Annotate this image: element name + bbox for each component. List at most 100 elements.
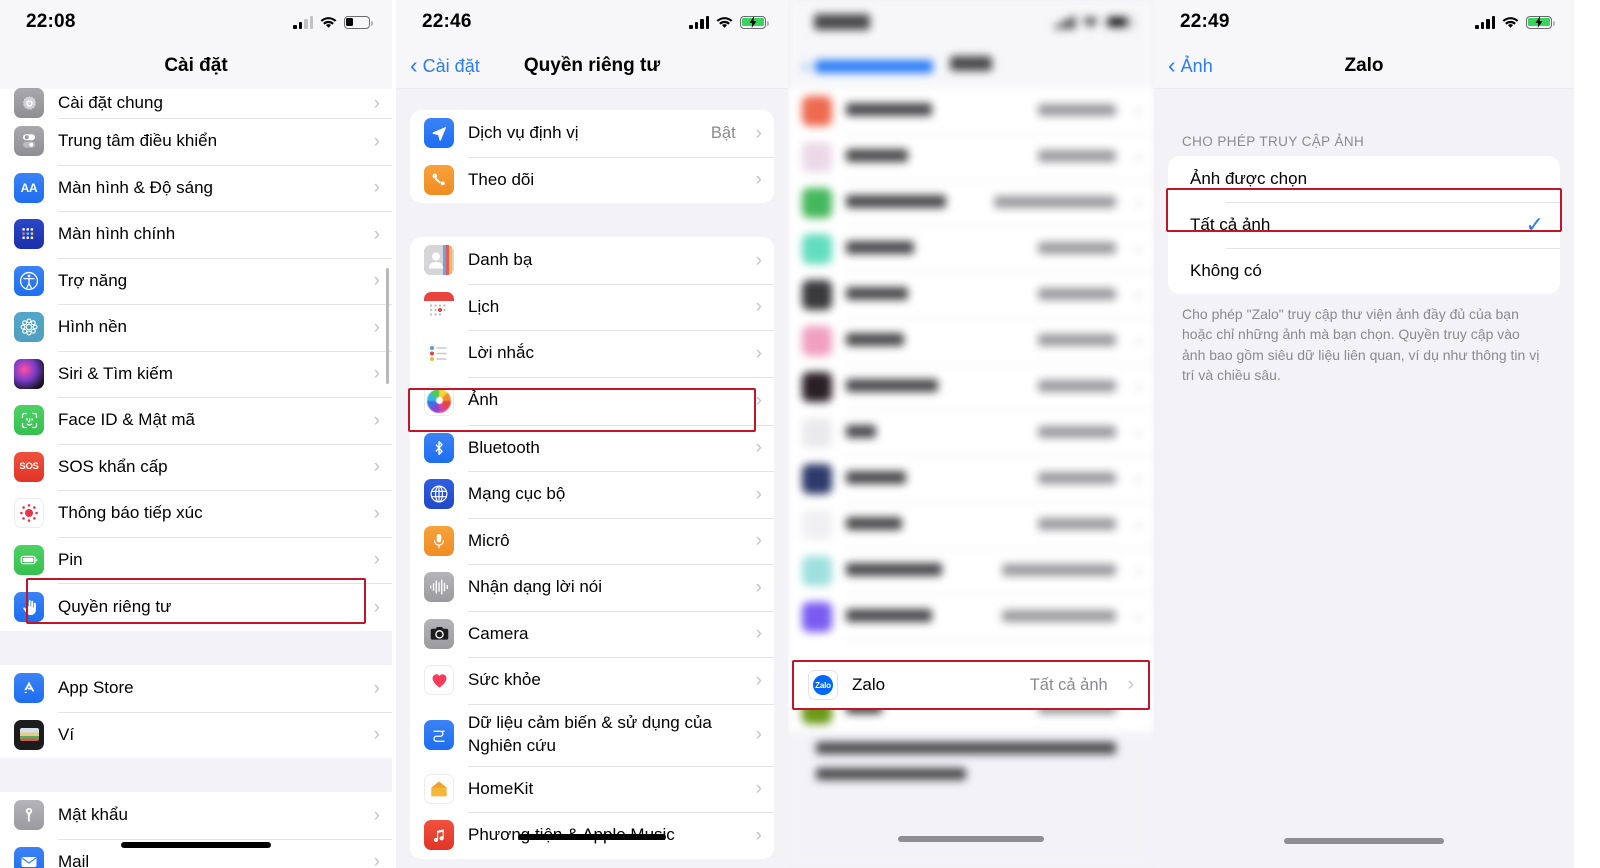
row-value	[1037, 148, 1116, 167]
app-permission-row[interactable]: ›	[788, 502, 1154, 548]
row-label: Camera	[468, 623, 529, 643]
app-icon	[802, 602, 832, 632]
back-button[interactable]: ‹ Cài đặt	[396, 53, 480, 77]
row-label: Danh bạ	[468, 250, 533, 270]
app-icon	[802, 418, 832, 448]
sidebar-item-control-center[interactable]: Trung tâm điều khiển ›	[0, 118, 392, 165]
settings-scroll-area[interactable]: Cài đặt chung › Trung tâm điều khiển › A…	[0, 88, 392, 868]
app-permission-row[interactable]: ›	[788, 272, 1154, 318]
row-microphone[interactable]: Micrô ›	[410, 517, 774, 564]
option-none[interactable]: Không có	[1168, 248, 1560, 294]
chevron-right-icon: ›	[755, 342, 762, 364]
page-title-settings: Cài đặt	[164, 55, 228, 76]
app-icon	[802, 234, 832, 264]
back-button[interactable]: ‹ Ảnh	[1154, 53, 1213, 77]
back-button[interactable]: ‹	[788, 53, 933, 77]
app-permission-row[interactable]: ›	[788, 594, 1154, 640]
sidebar-item-siri-search[interactable]: Siri & Tìm kiếm ›	[0, 350, 392, 397]
row-photos[interactable]: Ảnh ›	[410, 376, 774, 425]
privacy-group-2: Danh bạ › Lịch › Lời nhắc › Ảnh › Blueto…	[410, 237, 774, 859]
row-homekit[interactable]: HomeKit ›	[410, 765, 774, 812]
privacy-scroll-area[interactable]: Dịch vụ định vị Bật › Theo dõi › Danh bạ…	[396, 88, 788, 868]
chevron-right-icon: ›	[755, 169, 762, 191]
vertical-scrollbar[interactable]	[386, 268, 389, 384]
apps-footnote	[788, 732, 1154, 786]
apple-music-icon	[424, 820, 454, 851]
settings-group-1: Cài đặt chung › Trung tâm điều khiển › A…	[0, 88, 392, 631]
row-calendar[interactable]: Lịch ›	[410, 283, 774, 330]
app-permission-row[interactable]: ›	[788, 364, 1154, 410]
app-permission-row[interactable]: ›	[788, 548, 1154, 594]
sidebar-item-face-id[interactable]: Face ID & Mật mã ›	[0, 397, 392, 444]
battery-icon	[1106, 15, 1135, 29]
status-bar-3	[788, 0, 1154, 44]
app-permission-row[interactable]: ›	[788, 134, 1154, 180]
app-icon	[802, 464, 832, 494]
app-permission-row[interactable]: ›	[788, 88, 1154, 134]
sidebar-item-label: Ví	[58, 724, 75, 744]
row-label: Mạng cục bộ	[468, 484, 566, 504]
option-selected-photos[interactable]: Ảnh được chọn	[1168, 156, 1560, 202]
row-location-services[interactable]: Dịch vụ định vị Bật ›	[410, 110, 774, 157]
top-spacer	[396, 88, 788, 110]
sidebar-item-privacy[interactable]: Quyền riêng tư ›	[0, 583, 392, 631]
permission-scroll-area[interactable]: CHO PHÉP TRUY CẬP ẢNH Ảnh được chọn Tất …	[1154, 88, 1574, 868]
screen-settings: 22:08 Cài đặt Cài đặt chung › Trung tâm …	[0, 0, 392, 868]
chevron-right-icon: ›	[1135, 330, 1142, 352]
chevron-right-icon: ›	[373, 363, 380, 385]
row-reminders[interactable]: Lời nhắc ›	[410, 330, 774, 377]
sidebar-item-app-store[interactable]: App Store ›	[0, 665, 392, 712]
chevron-right-icon: ›	[373, 456, 380, 478]
sidebar-item-accessibility[interactable]: Trợ năng ›	[0, 257, 392, 304]
app-permission-row[interactable]: ›	[788, 318, 1154, 364]
row-health[interactable]: Sức khỏe ›	[410, 657, 774, 704]
sos-icon: SOS	[14, 451, 44, 482]
row-speech-recognition[interactable]: Nhận dạng lời nói ›	[410, 564, 774, 611]
chevron-right-icon: ›	[755, 576, 762, 598]
sidebar-item-label: Màn hình chính	[58, 224, 176, 244]
row-value: Tất cả ảnh	[1029, 675, 1108, 694]
row-bluetooth[interactable]: Bluetooth ›	[410, 424, 774, 471]
row-label: Lời nhắc	[468, 343, 534, 363]
row-label: Micrô	[468, 530, 510, 550]
row-value	[993, 194, 1116, 213]
chevron-right-icon: ›	[1135, 192, 1142, 214]
sidebar-item-sos[interactable]: SOS SOS khẩn cấp ›	[0, 443, 392, 490]
app-permission-row[interactable]: ›	[788, 226, 1154, 272]
mail-icon	[14, 846, 44, 868]
sidebar-item-display-brightness[interactable]: AA Màn hình & Độ sáng ›	[0, 164, 392, 211]
chevron-right-icon: ›	[1135, 422, 1142, 444]
row-label	[846, 101, 1024, 121]
sidebar-item-passwords[interactable]: Mật khẩu ›	[0, 792, 392, 839]
chevron-right-icon: ›	[1135, 468, 1142, 490]
battery-charging-icon	[740, 15, 769, 29]
row-research-sensor[interactable]: Dữ liệu cảm biến & sử dụng của Nghiên cứ…	[410, 703, 774, 766]
row-value	[1037, 286, 1116, 305]
sidebar-item-wallpaper[interactable]: Hình nền ›	[0, 304, 392, 351]
app-permission-row[interactable]: ›	[788, 410, 1154, 456]
app-permission-row[interactable]: ›	[788, 180, 1154, 226]
apps-scroll-area[interactable]: › › › › › › › › › › › › ›	[788, 88, 1154, 868]
top-spacer	[1154, 88, 1574, 134]
row-contacts[interactable]: Danh bạ ›	[410, 237, 774, 284]
chevron-right-icon: ›	[373, 677, 380, 699]
app-icon	[802, 372, 832, 402]
row-camera[interactable]: Camera ›	[410, 610, 774, 657]
app-permission-row[interactable]: ›	[788, 456, 1154, 502]
option-all-photos[interactable]: Tất cả ảnh ✓	[1168, 202, 1560, 248]
row-tracking[interactable]: Theo dõi ›	[410, 156, 774, 203]
sidebar-item-exposure-notification[interactable]: Thông báo tiếp xúc ›	[0, 490, 392, 537]
chevron-right-icon: ›	[1127, 674, 1134, 695]
sidebar-item-home-screen[interactable]: Màn hình chính ›	[0, 211, 392, 258]
sidebar-item-battery[interactable]: Pin ›	[0, 536, 392, 583]
chevron-right-icon: ›	[373, 502, 380, 524]
row-label	[846, 469, 1024, 489]
sidebar-item-general[interactable]: Cài đặt chung ›	[0, 88, 392, 118]
row-zalo-sharp[interactable]: Zalo Zalo Tất cả ảnh ›	[794, 662, 1148, 708]
row-label	[846, 607, 988, 627]
row-local-network[interactable]: Mạng cục bộ ›	[410, 471, 774, 518]
row-label	[846, 423, 1024, 443]
siri-icon	[14, 358, 44, 389]
row-label	[846, 561, 988, 581]
sidebar-item-wallet[interactable]: Ví ›	[0, 711, 392, 758]
